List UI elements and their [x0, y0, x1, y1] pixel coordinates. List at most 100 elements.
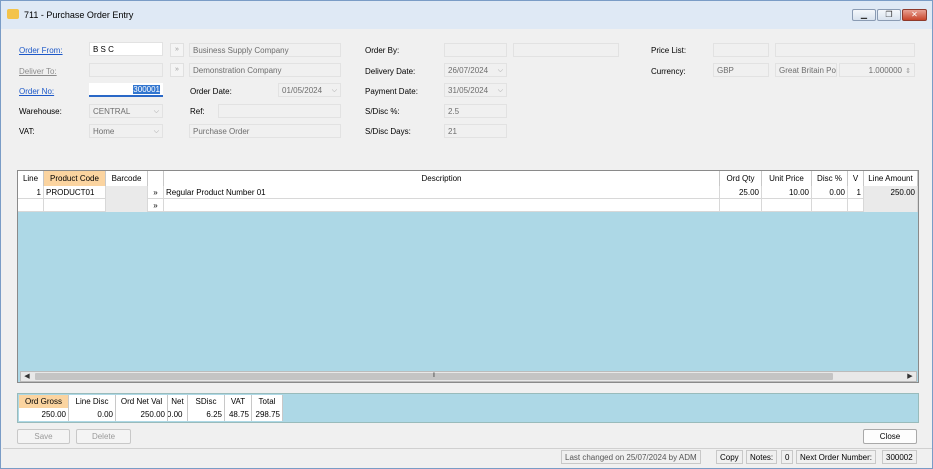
col-disc-pct[interactable]: Disc %: [812, 171, 848, 186]
payment-date-value: 31/05/2024: [448, 86, 489, 95]
total-vat-value: 48.75: [225, 408, 252, 421]
sdisc-days-label: S/Disc Days:: [365, 127, 411, 136]
total-header-total[interactable]: Total: [252, 395, 283, 408]
col-v[interactable]: V: [848, 171, 864, 186]
order-lines-grid[interactable]: Line Product Code Barcode Description Or…: [17, 170, 919, 383]
chevron-down-icon: ⌵: [331, 87, 337, 94]
total-header-net[interactable]: Net: [168, 395, 188, 408]
cell-ord-qty[interactable]: [720, 199, 762, 212]
table-row[interactable]: »: [18, 199, 918, 212]
horizontal-scrollbar[interactable]: ◀ ⦀ ▶: [20, 371, 917, 382]
cell-unit-price[interactable]: [762, 199, 812, 212]
currency-name-field: Great Britain Po: [775, 63, 837, 77]
sdisc-days-input[interactable]: 21: [444, 124, 507, 138]
price-list-label: Price List:: [651, 46, 687, 55]
payment-date-picker[interactable]: 31/05/2024 ⌵: [444, 83, 507, 97]
warehouse-value: CENTRAL: [93, 107, 131, 116]
cell-description[interactable]: [164, 199, 720, 212]
deliver-to-name-field: Demonstration Company: [189, 63, 341, 77]
order-from-name-field: Business Supply Company: [189, 43, 341, 57]
cell-v[interactable]: 1: [848, 186, 864, 199]
deliver-to-code-input[interactable]: [89, 63, 163, 77]
price-list-input[interactable]: [713, 43, 769, 57]
col-unit-price[interactable]: Unit Price: [762, 171, 812, 186]
cell-barcode[interactable]: [106, 199, 148, 212]
save-button[interactable]: Save: [17, 429, 70, 444]
col-line-amount[interactable]: Line Amount: [864, 171, 918, 186]
order-date-picker[interactable]: 01/05/2024 ⌵: [278, 83, 341, 97]
order-from-label[interactable]: Order From:: [19, 46, 63, 55]
total-ord-gross-value: 250.00: [19, 408, 69, 421]
grip-icon: ⦀: [432, 373, 436, 379]
order-no-label[interactable]: Order No:: [19, 87, 54, 96]
total-header-line-disc[interactable]: Line Disc: [69, 395, 116, 408]
total-header-ord-net-val[interactable]: Ord Net Val: [116, 395, 168, 408]
order-from-lookup-button[interactable]: »: [170, 43, 184, 57]
purchase-order-window: 711 - Purchase Order Entry ▁ ❐ ✕ Order F…: [0, 0, 933, 469]
vat-label: VAT:: [19, 127, 35, 136]
payment-date-label: Payment Date:: [365, 87, 418, 96]
scroll-right-arrow-icon[interactable]: ▶: [904, 372, 916, 381]
deliver-to-lookup-button[interactable]: »: [170, 63, 184, 77]
delete-button[interactable]: Delete: [76, 429, 131, 444]
order-from-code-input[interactable]: B S C: [89, 42, 163, 56]
cell-barcode[interactable]: [106, 186, 148, 199]
price-list-name-field: [775, 43, 915, 57]
ref-input[interactable]: [218, 104, 341, 118]
restore-button[interactable]: ❐: [877, 9, 901, 21]
cell-description[interactable]: Regular Product Number 01: [164, 186, 720, 199]
notes-count[interactable]: 0: [781, 450, 794, 464]
cell-disc-pct[interactable]: 0.00: [812, 186, 848, 199]
cell-line[interactable]: [18, 199, 44, 212]
next-order-value: 300002: [882, 450, 917, 464]
col-barcode[interactable]: Barcode: [106, 171, 148, 186]
table-row[interactable]: 1 PRODUCT01 » Regular Product Number 01 …: [18, 186, 918, 199]
total-sdisc-value: 6.25: [188, 408, 225, 421]
deliver-to-label[interactable]: Deliver To:: [19, 67, 57, 76]
exchange-rate-value: 1.000000: [868, 66, 902, 75]
total-header-vat[interactable]: VAT: [225, 395, 252, 408]
total-header-sdisc[interactable]: SDisc: [188, 395, 225, 408]
row-lookup-button[interactable]: »: [148, 186, 164, 199]
close-button[interactable]: Close: [863, 429, 917, 444]
next-order-label: Next Order Number:: [796, 450, 877, 464]
last-changed-text: Last changed on 25/07/2024 by ADM: [561, 450, 701, 464]
exchange-rate-input[interactable]: 1.000000 ⇕: [839, 63, 915, 77]
cell-product-code[interactable]: PRODUCT01: [44, 186, 106, 199]
cell-line[interactable]: 1: [18, 186, 44, 199]
currency-label: Currency:: [651, 67, 686, 76]
cell-ord-qty[interactable]: 25.00: [720, 186, 762, 199]
row-lookup-button[interactable]: »: [148, 199, 164, 212]
cell-line-amount: [864, 199, 918, 212]
order-no-input[interactable]: 300001: [89, 83, 163, 97]
warehouse-select[interactable]: CENTRAL ⌵: [89, 104, 163, 118]
cell-v[interactable]: [848, 199, 864, 212]
col-line[interactable]: Line: [18, 171, 44, 186]
sdisc-pct-label: S/Disc %:: [365, 107, 400, 116]
vat-select[interactable]: Home ⌵: [89, 124, 163, 138]
warehouse-label: Warehouse:: [19, 107, 62, 116]
cell-product-code[interactable]: [44, 199, 106, 212]
sdisc-pct-input[interactable]: 2.5: [444, 104, 507, 118]
total-net-value: 250.00: [168, 408, 188, 421]
col-product-code[interactable]: Product Code: [44, 171, 106, 186]
order-by-label: Order By:: [365, 46, 400, 55]
col-description[interactable]: Description: [164, 171, 720, 186]
status-bar: Last changed on 25/07/2024 by ADM Copy N…: [3, 448, 932, 465]
delivery-date-picker[interactable]: 26/07/2024 ⌵: [444, 63, 507, 77]
cell-disc-pct[interactable]: [812, 199, 848, 212]
close-window-button[interactable]: ✕: [902, 9, 927, 21]
cell-unit-price[interactable]: 10.00: [762, 186, 812, 199]
cell-line-amount: 250.00: [864, 186, 918, 199]
delivery-date-label: Delivery Date:: [365, 67, 416, 76]
order-date-label: Order Date:: [190, 87, 232, 96]
total-header-ord-gross[interactable]: Ord Gross: [19, 395, 69, 408]
scrollbar-thumb[interactable]: ⦀: [35, 373, 833, 380]
minimize-button[interactable]: ▁: [852, 9, 876, 21]
col-ord-qty[interactable]: Ord Qty: [720, 171, 762, 186]
chevron-down-icon: ⌵: [153, 108, 159, 115]
copy-button[interactable]: Copy: [716, 450, 743, 464]
scroll-left-arrow-icon[interactable]: ◀: [21, 372, 33, 381]
order-date-value: 01/05/2024: [282, 86, 323, 95]
order-by-input[interactable]: [444, 43, 507, 57]
